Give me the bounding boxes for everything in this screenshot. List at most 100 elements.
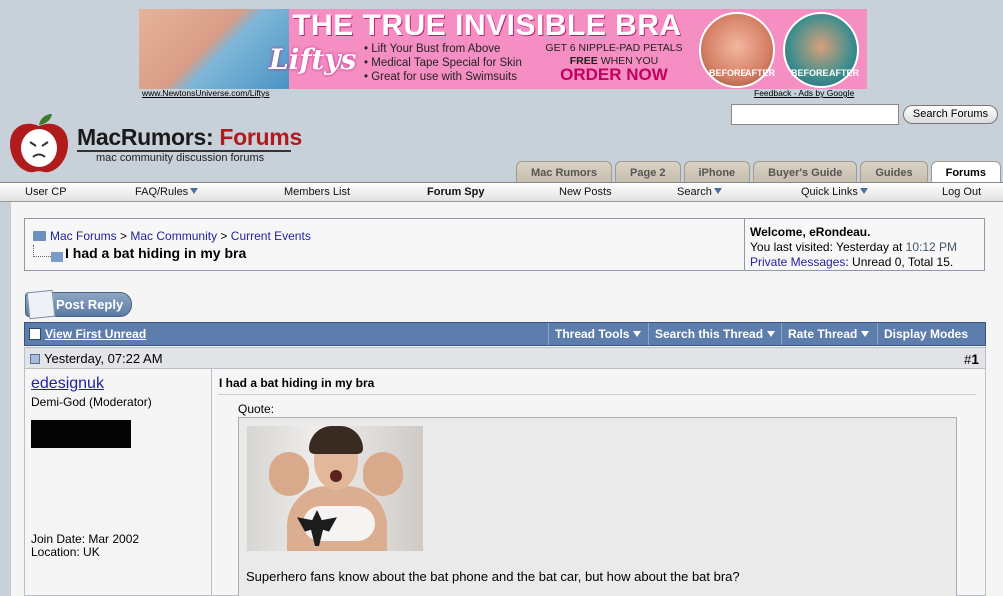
post-reply-button[interactable]: Post Reply: [25, 289, 132, 320]
private-messages-link[interactable]: Private Messages: [750, 255, 845, 269]
breadcrumb: Mac Forums > Mac Community > Current Eve…: [24, 218, 745, 271]
ad-order-now[interactable]: ORDER NOW: [537, 65, 691, 85]
post-author-link[interactable]: edesignuk: [31, 375, 104, 393]
ad-before-label: BEFORE: [709, 68, 747, 78]
nav-faq-rules[interactable]: FAQ/Rules: [135, 186, 199, 198]
post-header: Yesterday, 07:22 AM #1: [24, 347, 986, 369]
ads-by-google-link[interactable]: Feedback - Ads by Google: [754, 88, 854, 98]
quoted-image-hand: [363, 452, 403, 496]
logo-brand-accent: Forums: [219, 124, 302, 150]
nav-quick-links[interactable]: Quick Links: [801, 186, 868, 198]
ad-before-after-image: BEFORE AFTER: [699, 12, 775, 88]
tab-guides[interactable]: Guides: [860, 161, 928, 183]
chevron-down-icon: [859, 188, 868, 194]
breadcrumb-separator: >: [120, 229, 128, 243]
post-status-icon: [30, 354, 40, 364]
breadcrumb-mac-forums[interactable]: Mac Forums: [50, 229, 117, 243]
quote-text: Superhero fans know about the bat phone …: [246, 569, 740, 584]
chevron-down-icon: [713, 188, 722, 194]
post-author-title: Demi-God (Moderator): [31, 395, 152, 409]
post-title: I had a bat hiding in my bra: [219, 376, 375, 390]
ad-before-label: BEFORE: [791, 68, 829, 78]
quoted-image: [247, 426, 423, 551]
chevron-down-icon: [190, 188, 199, 194]
rate-thread-menu[interactable]: Rate Thread: [781, 323, 875, 345]
ad-url-link[interactable]: www.NewtonsUniverse.com/Liftys: [142, 88, 270, 98]
page-title: I had a bat hiding in my bra: [33, 245, 247, 262]
welcome-greeting: Welcome, eRondeau.: [750, 225, 871, 239]
post-number-link[interactable]: #1: [964, 351, 979, 367]
post-reply-label: Post Reply: [56, 297, 124, 312]
nav-new-posts[interactable]: New Posts: [559, 186, 612, 198]
author-location: Location: UK: [31, 545, 100, 559]
post-number: 1: [971, 351, 979, 367]
ad-model-photo: [139, 9, 289, 89]
quoted-image-hair: [309, 426, 363, 454]
ad-bullet: Medical Tape Special for Skin: [364, 56, 522, 70]
first-unread-icon: [29, 328, 41, 340]
logo-brand-main: MacRumors:: [77, 124, 214, 150]
private-messages-status: : Unread 0, Total 15.: [845, 255, 954, 269]
folder-icon: [33, 231, 46, 241]
ad-brand-logo: Liftys: [269, 43, 357, 76]
forum-search-input[interactable]: [731, 104, 899, 125]
search-thread-menu[interactable]: Search this Thread: [648, 323, 781, 345]
tab-iphone[interactable]: iPhone: [683, 161, 751, 183]
search-forums-button[interactable]: Search Forums: [903, 105, 998, 124]
ad-after-label: AFTER: [745, 68, 775, 78]
tab-page-2[interactable]: Page 2: [615, 161, 681, 183]
chevron-down-icon: [861, 331, 870, 337]
nav-search[interactable]: Search: [677, 186, 722, 198]
nav-faq-label: FAQ/Rules: [135, 186, 189, 198]
site-tabs: Mac Rumors Page 2 iPhone Buyer's Guide G…: [516, 161, 1001, 184]
nav-members-list[interactable]: Members List: [284, 186, 350, 198]
nav-search-label: Search: [677, 186, 712, 198]
divider: [218, 394, 976, 395]
author-details: Join Date: Mar 2002 Location: UK: [31, 533, 139, 559]
author-avatar: [31, 420, 131, 448]
ad-bullet-list: Lift Your Bust from Above Medical Tape S…: [364, 42, 522, 84]
nav-forum-spy[interactable]: Forum Spy: [427, 186, 484, 198]
thread-tree-icon: [33, 245, 63, 262]
thread-tools-menu[interactable]: Thread Tools: [548, 323, 647, 345]
post-date-text: Yesterday, 07:22 AM: [44, 351, 163, 366]
ad-bullet: Lift Your Bust from Above: [364, 42, 522, 56]
tab-mac-rumors[interactable]: Mac Rumors: [516, 161, 613, 183]
ad-headline: THE TRUE INVISIBLE BRA: [292, 9, 682, 42]
thread-title: I had a bat hiding in my bra: [65, 245, 247, 261]
ad-banner[interactable]: THE TRUE INVISIBLE BRA Liftys Lift Your …: [139, 9, 867, 89]
display-modes-label: Display Modes: [884, 327, 969, 341]
rate-thread-label: Rate Thread: [788, 327, 858, 341]
site-logo-text[interactable]: MacRumors: Forums: [77, 124, 302, 151]
breadcrumb-trail: Mac Forums > Mac Community > Current Eve…: [33, 229, 311, 243]
tab-forums[interactable]: Forums: [930, 161, 1001, 184]
nav-user-cp[interactable]: User CP: [25, 186, 67, 198]
breadcrumb-current-events[interactable]: Current Events: [231, 229, 311, 243]
thread-page: Mac Forums > Mac Community > Current Eve…: [10, 202, 1003, 596]
quoted-image-mouth: [330, 470, 342, 482]
forum-navbar: User CP FAQ/Rules Members List Forum Spy…: [0, 182, 1003, 202]
tab-buyers-guide[interactable]: Buyer's Guide: [753, 161, 858, 183]
thread-toolbar: View First Unread Thread Tools Search th…: [24, 322, 986, 359]
ad-before-after-image: BEFORE AFTER: [783, 12, 859, 88]
breadcrumb-mac-community[interactable]: Mac Community: [130, 229, 217, 243]
search-thread-label: Search this Thread: [655, 327, 764, 341]
nav-quick-links-label: Quick Links: [801, 186, 858, 198]
chevron-down-icon: [767, 331, 776, 337]
nav-log-out[interactable]: Log Out: [942, 186, 981, 198]
site-tagline: mac community discussion forums: [96, 152, 265, 164]
post-content: I had a bat hiding in my bra Quote: Supe…: [212, 369, 986, 596]
quoted-image-hand: [269, 452, 309, 496]
welcome-panel: Welcome, eRondeau. You last visited: Yes…: [745, 218, 985, 271]
reply-pencil-icon: [26, 289, 56, 320]
view-first-unread-link[interactable]: View First Unread: [25, 323, 152, 345]
macrumors-apple-logo-icon[interactable]: [6, 112, 72, 176]
display-modes-menu[interactable]: Display Modes: [877, 323, 985, 359]
ad-after-label: AFTER: [829, 68, 859, 78]
view-first-unread-label: View First Unread: [45, 327, 147, 341]
post-author-panel: edesignuk Demi-God (Moderator) Join Date…: [24, 369, 212, 596]
quote-label: Quote:: [238, 402, 275, 416]
ad-offer-line1: GET 6 NIPPLE-PAD PETALS: [545, 42, 683, 54]
post-date: Yesterday, 07:22 AM: [30, 351, 163, 366]
breadcrumb-separator: >: [220, 229, 228, 243]
